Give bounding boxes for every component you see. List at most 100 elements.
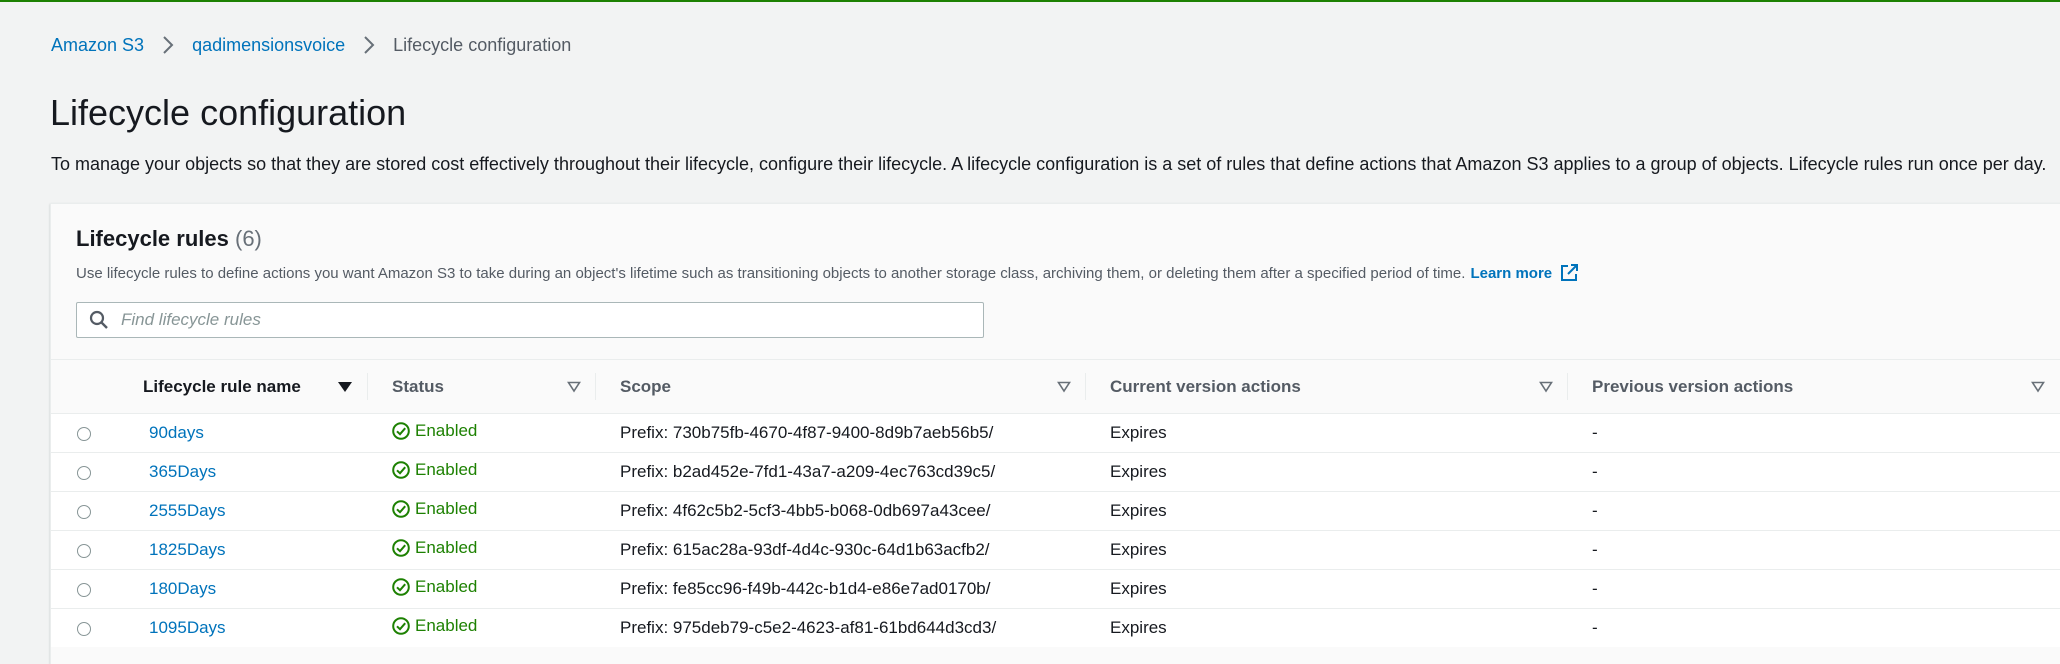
table-row[interactable]: 90days Enabled Prefix: 730b75fb-4670-4f8… (51, 413, 2060, 453)
status-text: Enabled (415, 616, 478, 635)
row-select-radio[interactable] (77, 504, 91, 519)
external-link-icon (1560, 264, 1579, 282)
select-cell (51, 569, 120, 609)
rule-name-cell: 1095Days (120, 608, 367, 647)
select-column-header (51, 359, 120, 414)
rule-name-cell: 180Days (120, 569, 367, 609)
status-cell: Enabled (367, 608, 595, 647)
status-badge: Enabled (392, 421, 477, 441)
chevron-right-icon (357, 33, 381, 57)
current-version-actions-cell: Expires (1085, 413, 1567, 453)
check-circle-icon (392, 461, 410, 479)
column-header-current-version-actions[interactable]: Current version actions (1085, 359, 1567, 414)
column-header-scope[interactable]: Scope (595, 359, 1085, 414)
column-header-previous-version-actions[interactable]: Previous version actions (1567, 359, 2060, 414)
rule-name-link[interactable]: 1095Days (145, 618, 226, 637)
check-circle-icon (392, 422, 410, 440)
scope-cell: Prefix: 4f62c5b2-5cf3-4bb5-b068-0db697a4… (595, 491, 1085, 531)
column-divider (367, 373, 368, 400)
row-select-radio[interactable] (77, 582, 91, 597)
column-divider (1085, 373, 1086, 400)
search-box (76, 302, 984, 338)
current-version-actions-cell: Expires (1085, 530, 1567, 570)
select-cell (51, 452, 120, 492)
panel-description-row: Use lifecycle rules to define actions yo… (76, 264, 1579, 282)
caret-down-outline-icon[interactable] (1539, 381, 1553, 393)
column-divider (595, 373, 596, 400)
status-text: Enabled (415, 538, 478, 557)
status-badge: Enabled (392, 499, 477, 519)
table-row[interactable]: 180Days Enabled Prefix: fe85cc96-f49b-44… (51, 569, 2060, 609)
check-circle-icon (392, 500, 410, 518)
page-title: Lifecycle configuration (50, 92, 407, 133)
rule-name-cell: 2555Days (120, 491, 367, 531)
rule-name-link[interactable]: 180Days (145, 579, 216, 598)
column-header-rule-name[interactable]: Lifecycle rule name (120, 359, 367, 414)
check-circle-icon (392, 539, 410, 557)
column-label: Current version actions (1110, 376, 1301, 396)
table-header-row: Lifecycle rule name Status Scope Current… (51, 359, 2060, 414)
rule-name-link[interactable]: 365Days (145, 462, 216, 481)
status-cell: Enabled (367, 413, 595, 453)
previous-version-actions-cell: - (1567, 452, 2060, 492)
learn-more-label: Learn more (1470, 264, 1553, 282)
row-select-radio[interactable] (77, 621, 91, 636)
breadcrumb-link-amazon-s3[interactable]: Amazon S3 (51, 35, 144, 56)
current-version-actions-cell: Expires (1085, 569, 1567, 609)
check-circle-icon (392, 578, 410, 596)
previous-version-actions-cell: - (1567, 530, 2060, 570)
scope-cell: Prefix: 730b75fb-4670-4f87-9400-8d9b7aeb… (595, 413, 1085, 453)
previous-version-actions-cell: - (1567, 569, 2060, 609)
panel-header: Lifecycle rules (6) (76, 226, 262, 252)
row-select-radio[interactable] (77, 543, 91, 558)
status-text: Enabled (415, 499, 478, 518)
table-row[interactable]: 2555Days Enabled Prefix: 4f62c5b2-5cf3-4… (51, 491, 2060, 531)
column-label: Lifecycle rule name (143, 376, 301, 396)
table-row[interactable]: 1825Days Enabled Prefix: 615ac28a-93df-4… (51, 530, 2060, 570)
status-cell: Enabled (367, 569, 595, 609)
status-cell: Enabled (367, 452, 595, 492)
search-input[interactable] (119, 309, 963, 331)
caret-down-outline-icon[interactable] (1057, 381, 1071, 393)
breadcrumb-current: Lifecycle configuration (393, 34, 572, 55)
status-cell: Enabled (367, 530, 595, 570)
breadcrumb: Amazon S3 qadimensionsvoice Lifecycle co… (51, 33, 571, 57)
current-version-actions-cell: Expires (1085, 491, 1567, 531)
rule-count: (6) (235, 226, 262, 251)
table-row[interactable]: 365Days Enabled Prefix: b2ad452e-7fd1-43… (51, 452, 2060, 492)
scope-cell: Prefix: 615ac28a-93df-4d4c-930c-64d1b63a… (595, 530, 1085, 570)
caret-down-outline-icon[interactable] (567, 381, 581, 393)
status-text: Enabled (415, 577, 478, 596)
row-select-radio[interactable] (77, 426, 91, 441)
lifecycle-rules-table: Lifecycle rule name Status Scope Current… (51, 359, 2060, 647)
current-version-actions-cell: Expires (1085, 608, 1567, 647)
select-cell (51, 491, 120, 531)
status-badge: Enabled (392, 538, 477, 558)
page-description: To manage your objects so that they are … (51, 154, 2047, 174)
previous-version-actions-cell: - (1567, 413, 2060, 453)
chevron-right-icon (156, 33, 180, 57)
current-version-actions-cell: Expires (1085, 452, 1567, 492)
panel-description: Use lifecycle rules to define actions yo… (76, 264, 1466, 282)
table-row[interactable]: 1095Days Enabled Prefix: 975deb79-c5e2-4… (51, 608, 2060, 647)
scope-cell: Prefix: fe85cc96-f49b-442c-b1d4-e86e7ad0… (595, 569, 1085, 609)
status-badge: Enabled (392, 577, 477, 597)
caret-down-filled-icon[interactable] (337, 381, 353, 393)
breadcrumb-link-bucket[interactable]: qadimensionsvoice (192, 35, 345, 56)
rule-name-link[interactable]: 1825Days (145, 540, 226, 559)
learn-more-link[interactable]: Learn more (1470, 264, 1579, 282)
select-cell (51, 530, 120, 570)
panel-title: Lifecycle rules (76, 226, 229, 251)
column-label: Previous version actions (1592, 376, 1794, 396)
caret-down-outline-icon[interactable] (2031, 381, 2045, 393)
previous-version-actions-cell: - (1567, 491, 2060, 531)
select-cell (51, 608, 120, 647)
rule-name-cell: 365Days (120, 452, 367, 492)
status-text: Enabled (415, 421, 478, 440)
rule-name-link[interactable]: 90days (145, 423, 204, 442)
lifecycle-rules-panel: Lifecycle rules (6) Use lifecycle rules … (50, 203, 2060, 664)
rule-name-link[interactable]: 2555Days (145, 501, 226, 520)
row-select-radio[interactable] (77, 465, 91, 480)
column-header-status[interactable]: Status (367, 359, 595, 414)
search-icon (89, 310, 109, 330)
